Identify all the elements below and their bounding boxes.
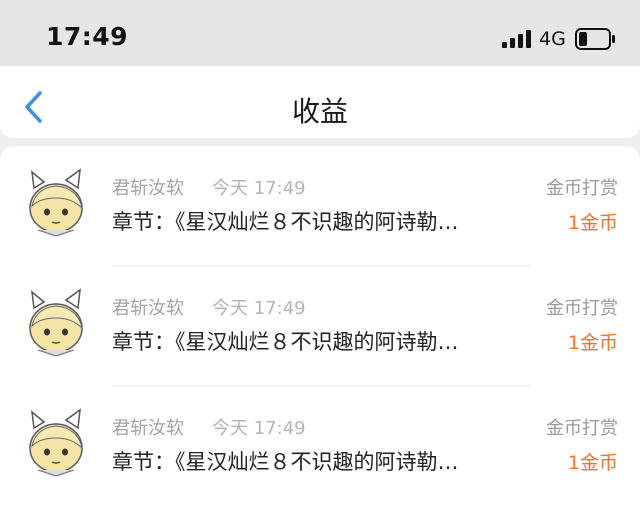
earnings-list: 君斩汝软 今天 17:49 章节：《星汉灿烂８不识趣的阿诗勒… 金币打赏 1金币… [0, 146, 640, 506]
reward-type: 金币打赏 [546, 418, 618, 439]
reward-type: 金币打赏 [546, 298, 618, 319]
sender-name: 君斩汝软 [112, 298, 184, 319]
item-content: 章节：《星汉灿烂８不识趣的阿诗勒… [112, 330, 459, 354]
avatar [29, 288, 83, 357]
sender-name: 君斩汝软 [112, 418, 184, 439]
item-time: 今天 17:49 [212, 298, 306, 319]
battery-icon [575, 28, 615, 50]
network-label: 4G [539, 28, 566, 50]
item-content: 章节：《星汉灿烂８不识趣的阿诗勒… [112, 210, 459, 234]
reward-type: 金币打赏 [546, 178, 618, 199]
avatar [29, 168, 83, 237]
item-content: 章节：《星汉灿烂８不识趣的阿诗勒… [112, 450, 459, 474]
item-time: 今天 17:49 [212, 418, 306, 439]
list-item[interactable]: 君斩汝软 今天 17:49 章节：《星汉灿烂８不识趣的阿诗勒… 金币打赏 1金币 [0, 146, 640, 266]
reward-amount: 1金币 [567, 332, 618, 354]
page-title: 收益 [291, 95, 348, 128]
status-bar: 17:49 4G [0, 0, 640, 66]
list-item[interactable]: 君斩汝软 今天 17:49 章节：《星汉灿烂８不识趣的阿诗勒… 金币打赏 1金币 [0, 266, 640, 386]
sender-name: 君斩汝软 [112, 178, 184, 199]
signal-icon [502, 30, 531, 48]
nav-bar: 收益 [0, 66, 640, 138]
status-time: 17:49 [46, 22, 129, 51]
reward-amount: 1金币 [567, 212, 618, 234]
avatar [29, 408, 83, 477]
item-time: 今天 17:49 [212, 178, 306, 199]
reward-amount: 1金币 [567, 452, 618, 474]
list-item[interactable]: 君斩汝软 今天 17:49 章节：《星汉灿烂８不识趣的阿诗勒… 金币打赏 1金币 [0, 386, 640, 506]
